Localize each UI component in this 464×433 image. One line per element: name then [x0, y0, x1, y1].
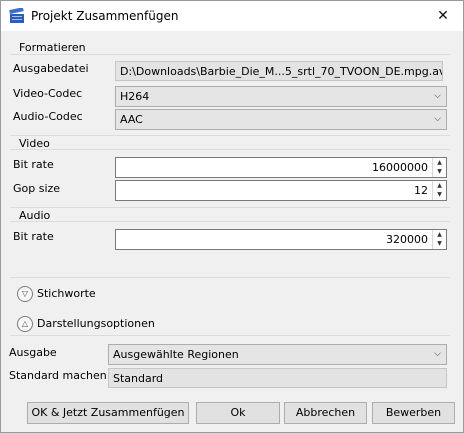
audio-separator-top: [10, 207, 450, 208]
dialog-window: Projekt Zusammenfügen ✕ Formatieren Ausg…: [0, 0, 464, 433]
apply-button[interactable]: Bewerben: [372, 402, 455, 424]
dialog-content: Formatieren Ausgabedatei D:\Downloads\Ba…: [9, 39, 454, 388]
video-bitrate-label: Bit rate: [13, 158, 54, 171]
expander-separator: [10, 277, 450, 278]
output-label: Ausgabe: [9, 346, 57, 359]
audio-bitrate-value: 320000: [386, 233, 428, 246]
audio-bitrate-spinner[interactable]: 320000 ▲ ▼: [115, 229, 447, 250]
video-codec-select[interactable]: H264 ⌵: [115, 86, 447, 107]
display-options-label: Darstellungsoptionen: [37, 317, 155, 330]
keywords-label: Stichworte: [37, 287, 96, 300]
gop-size-label: Gop size: [13, 182, 61, 195]
chevron-down-icon: ⌵: [434, 349, 441, 359]
audio-bitrate-label: Bit rate: [13, 230, 54, 243]
clapperboard-icon: [9, 8, 24, 23]
video-separator: [10, 149, 450, 150]
video-bitrate-value: 16000000: [372, 161, 428, 174]
default-label: Standard machen: [9, 369, 107, 382]
collapse-up-icon: △: [17, 316, 33, 332]
decrement-icon[interactable]: ▼: [433, 239, 446, 248]
close-icon[interactable]: ✕: [429, 3, 457, 29]
audio-codec-label: Audio-Codec: [13, 110, 83, 123]
decrement-icon[interactable]: ▼: [433, 167, 446, 176]
expand-down-icon: ▽: [17, 286, 33, 302]
audio-codec-select[interactable]: AAC ⌵: [115, 109, 447, 130]
gop-size-value: 12: [414, 184, 428, 197]
cancel-button[interactable]: Abbrechen: [284, 402, 367, 424]
format-separator: [10, 54, 450, 55]
increment-icon[interactable]: ▲: [433, 158, 446, 167]
decrement-icon[interactable]: ▼: [433, 190, 446, 199]
audio-bitrate-stepper[interactable]: ▲ ▼: [432, 230, 446, 249]
gop-size-stepper[interactable]: ▲ ▼: [432, 181, 446, 200]
output-separator: [10, 335, 450, 336]
increment-icon[interactable]: ▲: [433, 181, 446, 190]
output-file-field[interactable]: D:\Downloads\Barbie_Die_M...5_srtl_70_TV…: [115, 61, 443, 81]
output-file-label: Ausgabedatei: [13, 62, 89, 75]
output-value: Ausgewählte Regionen: [113, 348, 239, 361]
video-bitrate-spinner[interactable]: 16000000 ▲ ▼: [115, 157, 447, 178]
window-title: Projekt Zusammenfügen: [31, 9, 179, 23]
video-bitrate-stepper[interactable]: ▲ ▼: [432, 158, 446, 177]
video-codec-label: Video-Codec: [13, 87, 83, 100]
video-codec-value: H264: [120, 90, 150, 103]
audio-codec-value: AAC: [120, 113, 143, 126]
ok-button[interactable]: Ok: [196, 402, 280, 424]
audio-separator: [10, 221, 450, 222]
increment-icon[interactable]: ▲: [433, 230, 446, 239]
chevron-down-icon: ⌵: [434, 114, 441, 124]
title-bar: Projekt Zusammenfügen ✕: [1, 1, 463, 31]
format-heading: Formatieren: [19, 41, 86, 54]
video-separator-top: [10, 135, 450, 136]
ok-merge-button[interactable]: OK & Jetzt Zusammenfügen: [27, 402, 189, 424]
default-field[interactable]: Standard: [108, 368, 447, 388]
chevron-down-icon: ⌵: [434, 91, 441, 101]
gop-size-spinner[interactable]: 12 ▲ ▼: [115, 180, 447, 201]
output-select[interactable]: Ausgewählte Regionen ⌵: [108, 344, 447, 365]
